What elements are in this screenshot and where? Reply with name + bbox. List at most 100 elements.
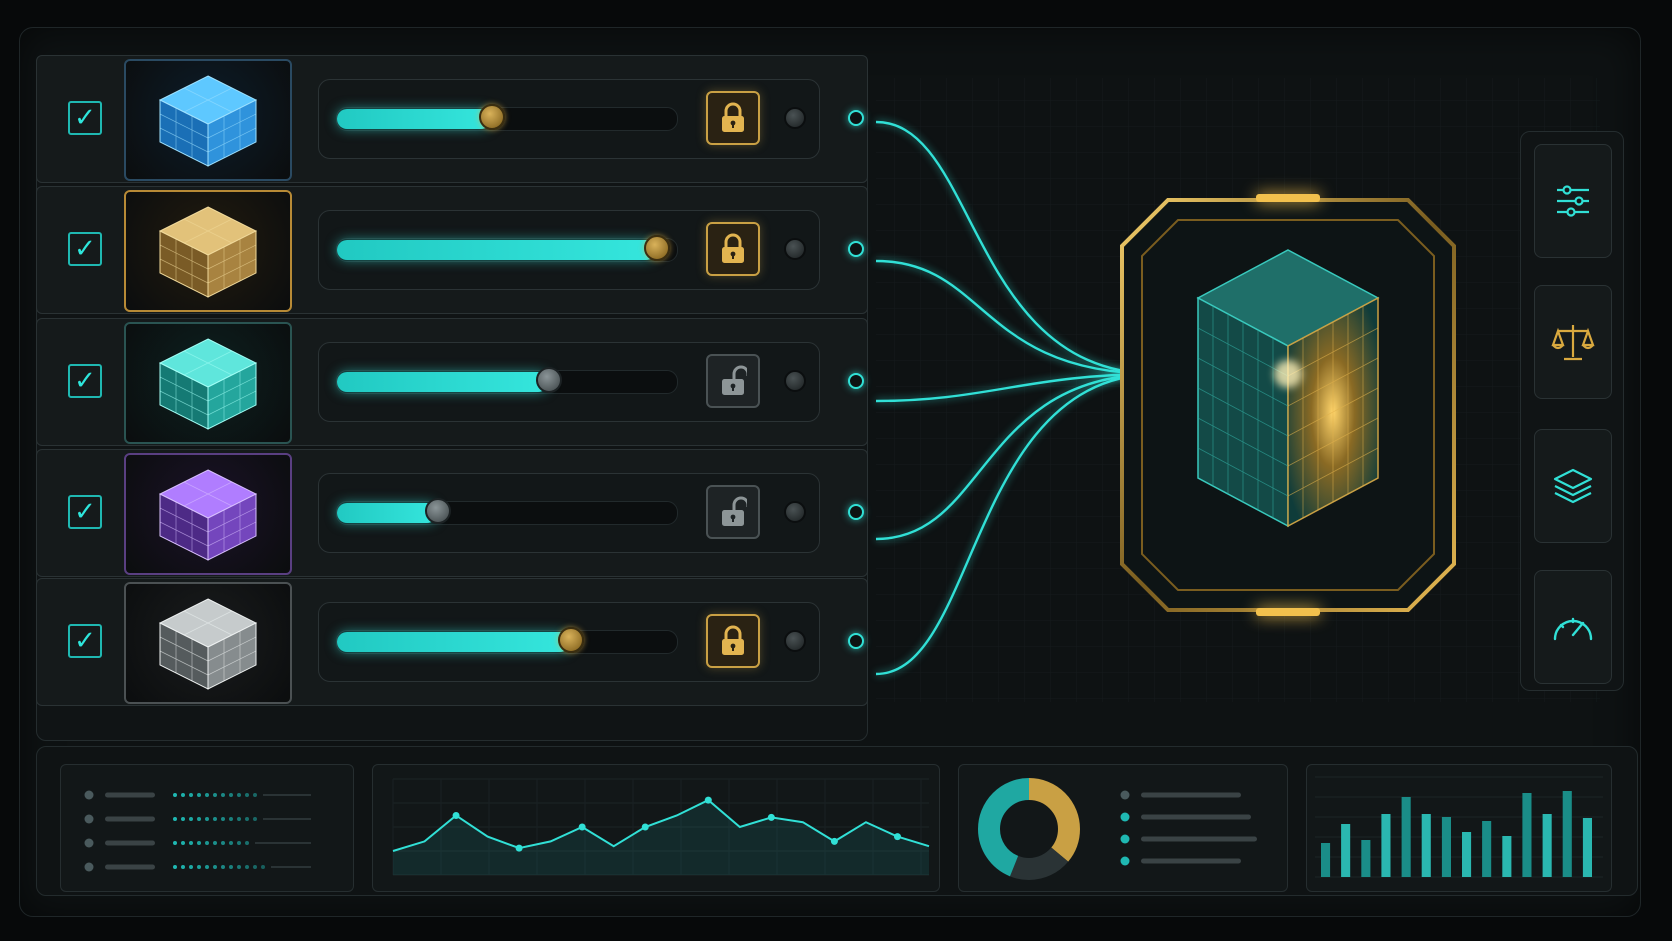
lock-toggle-button[interactable] (706, 222, 760, 276)
bar-chart-bar (1562, 791, 1572, 877)
donut-legend-row (1120, 812, 1251, 822)
gauge-icon (1553, 617, 1593, 641)
bar-chart-bar (1421, 814, 1431, 877)
tool-button-gauge[interactable] (1534, 570, 1612, 684)
bar-chart-bar (1381, 814, 1391, 877)
output-node[interactable] (1120, 194, 1456, 616)
bar-chart-bar (1502, 836, 1512, 877)
merged-cube-icon (1196, 249, 1380, 528)
line-chart-area (393, 800, 929, 875)
lock-icon (722, 102, 744, 132)
lock-toggle-button[interactable] (706, 485, 760, 539)
lock-icon (722, 233, 744, 263)
line-chart-point (893, 833, 901, 841)
bar-chart-bar (1462, 832, 1472, 877)
legend-row (84, 838, 311, 848)
status-indicator[interactable] (784, 370, 806, 392)
bar-chart-bar (1321, 843, 1331, 877)
donut-chart (978, 778, 1257, 880)
legend-card (60, 764, 354, 892)
status-indicator[interactable] (784, 107, 806, 129)
donut-legend-row (1120, 834, 1257, 844)
source-thumbnail[interactable] (124, 190, 292, 312)
source-checkbox[interactable]: ✓ (68, 364, 102, 398)
source-thumbnail[interactable] (124, 582, 292, 704)
data-cube-icon (158, 206, 258, 298)
status-indicator[interactable] (784, 630, 806, 652)
weight-slider-fill (337, 503, 437, 523)
output-port[interactable] (848, 633, 864, 649)
weight-slider-handle[interactable] (479, 104, 505, 130)
line-chart-point (830, 837, 838, 845)
line-chart-point (704, 796, 712, 804)
source-checkbox[interactable]: ✓ (68, 232, 102, 266)
source-thumbnail[interactable] (124, 453, 292, 575)
source-checkbox[interactable]: ✓ (68, 101, 102, 135)
bar-chart-bar (1401, 797, 1411, 877)
bar-chart-card (1306, 764, 1612, 892)
line-chart-point (515, 844, 523, 852)
bar-chart-bar (1441, 817, 1451, 877)
line-chart-point (641, 823, 649, 831)
unlock-icon (722, 365, 747, 395)
line-chart-point (578, 823, 586, 831)
tool-button-layers[interactable] (1534, 429, 1612, 543)
legend-list (84, 790, 311, 872)
status-indicator[interactable] (784, 238, 806, 260)
data-cube-icon (158, 75, 258, 167)
check-icon: ✓ (74, 626, 96, 656)
weight-slider[interactable] (336, 235, 678, 262)
tool-button-scale[interactable] (1534, 285, 1612, 399)
output-port[interactable] (848, 504, 864, 520)
output-port[interactable] (848, 373, 864, 389)
check-icon: ✓ (74, 234, 96, 264)
line-chart-point (452, 811, 460, 819)
layers-icon (1553, 468, 1593, 504)
line-chart-point (767, 813, 775, 821)
bar-chart-bar (1542, 814, 1552, 877)
source-checkbox[interactable]: ✓ (68, 495, 102, 529)
check-icon: ✓ (74, 497, 96, 527)
weight-slider[interactable] (336, 498, 678, 525)
lock-toggle-button[interactable] (706, 354, 760, 408)
bar-chart-bar (1582, 818, 1592, 877)
bar-chart-bar (1482, 821, 1492, 877)
weight-slider-fill (337, 240, 656, 260)
weight-slider[interactable] (336, 367, 678, 394)
lock-toggle-button[interactable] (706, 91, 760, 145)
tool-button-sliders[interactable] (1534, 144, 1612, 258)
weight-slider-handle[interactable] (536, 367, 562, 393)
lock-icon (722, 625, 744, 655)
check-icon: ✓ (74, 103, 96, 133)
output-port[interactable] (848, 110, 864, 126)
weight-slider-handle[interactable] (425, 498, 451, 524)
weight-slider[interactable] (336, 104, 678, 131)
output-port[interactable] (848, 241, 864, 257)
weight-slider[interactable] (336, 627, 678, 654)
scale-icon (1551, 325, 1595, 361)
unlock-icon (722, 496, 747, 526)
line-chart (392, 778, 930, 876)
bar-chart (1315, 776, 1603, 878)
status-indicator[interactable] (784, 501, 806, 523)
weight-slider-fill (337, 372, 548, 392)
source-thumbnail[interactable] (124, 59, 292, 181)
lock-toggle-button[interactable] (706, 614, 760, 668)
legend-row (84, 862, 311, 872)
legend-row (84, 790, 311, 800)
weight-slider-handle[interactable] (644, 235, 670, 261)
donut-legend-row (1120, 856, 1241, 866)
bar-chart-bar (1341, 824, 1351, 877)
connection-graph (875, 78, 1600, 702)
check-icon: ✓ (74, 366, 96, 396)
data-cube-icon (158, 338, 258, 430)
weight-slider-fill (337, 632, 570, 652)
legend-row (84, 814, 311, 824)
line-chart-card (372, 764, 940, 892)
source-checkbox[interactable]: ✓ (68, 624, 102, 658)
weight-slider-fill (337, 109, 491, 129)
sliders-icon (1557, 185, 1589, 217)
weight-slider-handle[interactable] (558, 627, 584, 653)
data-cube-icon (158, 598, 258, 690)
source-thumbnail[interactable] (124, 322, 292, 444)
